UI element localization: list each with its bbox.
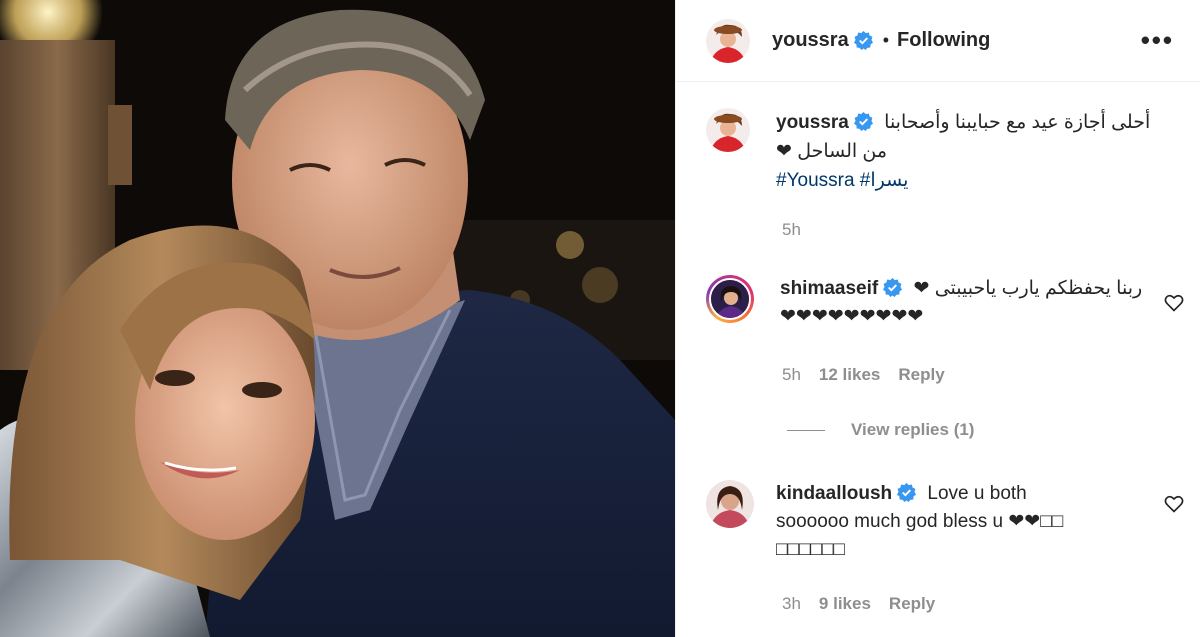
caption-text-line1: أحلى أجازة عيد مع حبايبنا وأصحابنا [884, 112, 1151, 133]
post-header: youssra • Following ••• [676, 0, 1200, 82]
verified-badge-icon [853, 112, 873, 131]
view-replies-label[interactable]: View replies (1) [851, 420, 974, 440]
reply-button[interactable]: Reply [889, 594, 935, 613]
comment-body: kindaalloush Love u both soooooo much go… [776, 480, 1174, 564]
following-button[interactable]: Following [897, 29, 990, 52]
caption-hashtags[interactable]: #Youssra #يسرا [776, 166, 1174, 195]
comment-text-line1: Love u both [927, 483, 1027, 504]
comment-avatar[interactable] [706, 275, 754, 323]
reply-button[interactable]: Reply [898, 365, 944, 384]
verified-badge-icon [853, 31, 873, 50]
comment-time[interactable]: 5h [782, 365, 801, 384]
comment-avatar[interactable] [706, 480, 754, 528]
comment-avatar-image [706, 480, 754, 528]
separator-dot: • [882, 30, 890, 50]
comment-likes[interactable]: 9 likes [819, 594, 871, 613]
caption-meta: 5h [782, 220, 819, 240]
comment-body: shimaaseif ربنا يحفظكم يارب ياحبيبتى ❤ ❤… [780, 275, 1174, 331]
comment-meta: 5h 12 likes Reply [782, 365, 963, 385]
comment-text-line1: ربنا يحفظكم يارب ياحبيبتى ❤ [913, 278, 1143, 299]
comment-likes[interactable]: 12 likes [819, 365, 880, 384]
comment-avatar-image [711, 280, 749, 318]
caption-time[interactable]: 5h [782, 220, 801, 239]
heart-outline-icon[interactable] [1164, 293, 1184, 313]
post-image [0, 0, 675, 637]
comment-time[interactable]: 3h [782, 594, 801, 613]
comment-author-username[interactable]: shimaaseif [780, 278, 878, 299]
more-options-icon[interactable]: ••• [1141, 25, 1174, 56]
verified-badge-icon [897, 483, 917, 502]
author-avatar[interactable] [706, 18, 750, 63]
instagram-post: youssra • Following ••• youssra أحلى أجا… [0, 0, 1200, 637]
post-photo[interactable] [0, 0, 675, 637]
view-replies-button[interactable]: View replies (1) [787, 420, 974, 440]
author-avatar-image [706, 18, 750, 63]
comments-panel: youssra • Following ••• youssra أحلى أجا… [675, 0, 1200, 637]
caption-author-avatar[interactable] [706, 108, 750, 152]
caption: youssra أحلى أجازة عيد مع حبايبنا وأصحاب… [676, 108, 1200, 195]
heart-outline-icon[interactable] [1164, 494, 1184, 514]
verified-badge-icon [883, 278, 903, 297]
comment-meta: 3h 9 likes Reply [782, 594, 953, 614]
comment-text-line2: ❤❤❤❤❤❤❤❤❤ [780, 306, 924, 327]
caption-avatar-image [706, 108, 750, 152]
author-username[interactable]: youssra [772, 29, 849, 52]
caption-text-line2: من الساحل ❤ [776, 141, 888, 162]
comment-author-username[interactable]: kindaalloush [776, 483, 892, 504]
comment: shimaaseif ربنا يحفظكم يارب ياحبيبتى ❤ ❤… [676, 275, 1200, 331]
comment-text-line3: □□□□□□ [776, 539, 845, 560]
caption-body: youssra أحلى أجازة عيد مع حبايبنا وأصحاب… [776, 108, 1174, 195]
comment: kindaalloush Love u both soooooo much go… [676, 480, 1200, 564]
caption-author-username[interactable]: youssra [776, 112, 849, 133]
view-replies-divider [787, 429, 825, 431]
comment-text-line2: soooooo much god bless u ❤❤□□ [776, 511, 1064, 532]
